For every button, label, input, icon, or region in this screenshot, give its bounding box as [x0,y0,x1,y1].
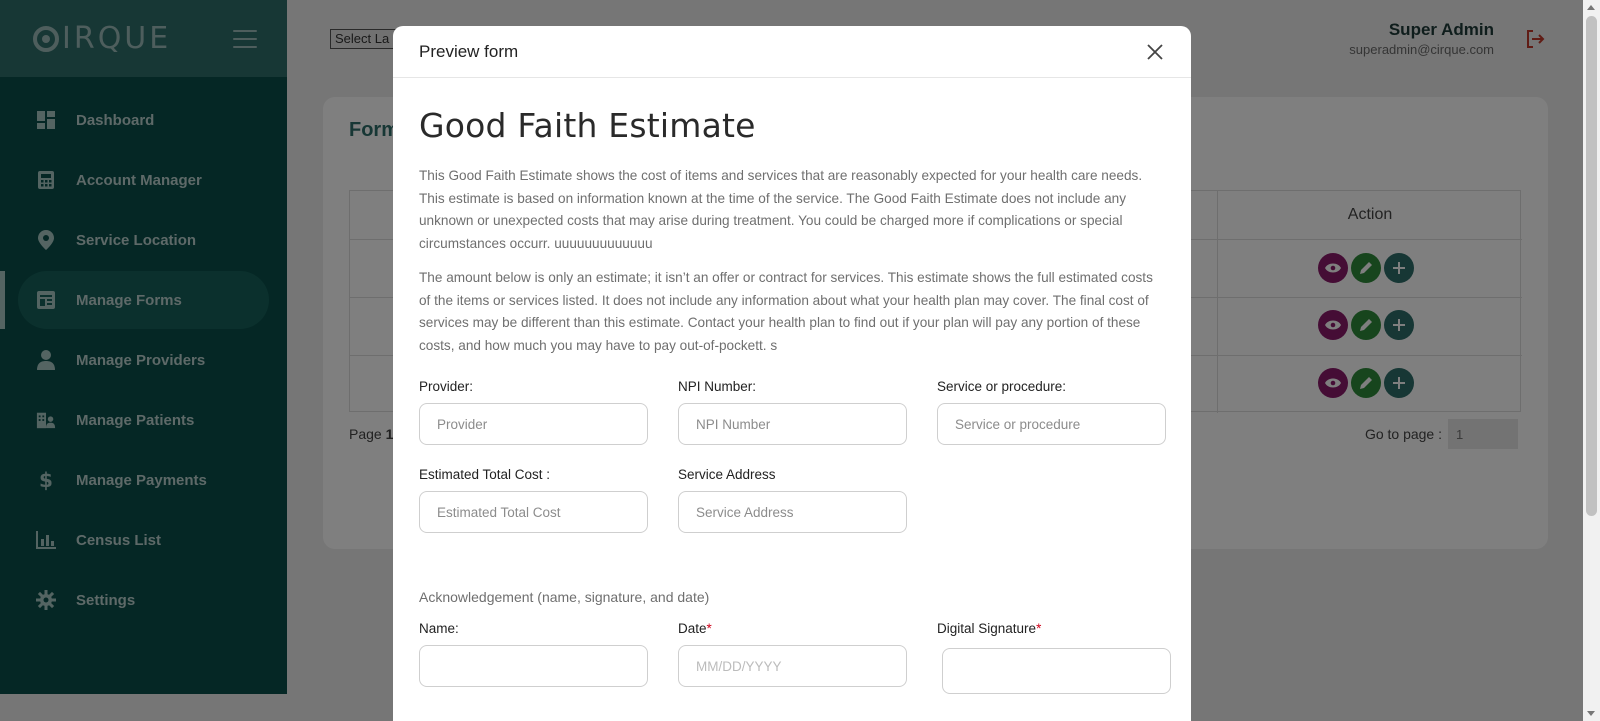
address-input[interactable] [678,491,907,533]
provider-label: Provider: [419,379,474,394]
form-disclaimer: The amount below is only an estimate; it… [419,270,1153,353]
service-label: Service or procedure: [937,379,1067,394]
cost-field-group: Estimated Total Cost : [419,467,648,533]
scroll-down-arrow-icon[interactable] [1587,711,1595,716]
npi-label: NPI Number: [678,379,757,394]
estimate-fields-row2: Estimated Total Cost : Service Address [419,467,1165,533]
modal-title: Preview form [419,41,519,61]
preview-form-modal: Preview form Good Faith Estimate This Go… [393,26,1191,721]
scroll-up-arrow-icon[interactable] [1587,5,1595,10]
form-heading: Good Faith Estimate [419,106,756,145]
date-input[interactable] [678,645,907,687]
name-field-group: Name: [419,621,648,694]
address-field-group: Service Address [678,467,907,533]
signature-label-text: Digital Signature [937,621,1037,636]
signature-label: Digital Signature* [937,621,1166,636]
service-input[interactable] [937,403,1166,445]
npi-input[interactable] [678,403,907,445]
form-description: This Good Faith Estimate shows the cost … [419,168,1143,251]
signature-field-group: Digital Signature* [937,621,1171,694]
modal-body: Good Faith Estimate This Good Faith Esti… [393,106,1191,694]
required-mark: * [1036,621,1042,636]
npi-field-group: NPI Number: [678,379,907,445]
provider-input[interactable] [419,403,648,445]
service-field-group: Service or procedure: [937,379,1166,445]
provider-field-group: Provider: [419,379,648,445]
cost-input[interactable] [419,491,648,533]
digital-signature-pad[interactable] [942,648,1171,694]
date-label: Date* [678,621,907,636]
date-label-text: Date [678,621,707,636]
acknowledgement-fields: Name: Date* Digital Signature* [419,621,1171,694]
cost-label: Estimated Total Cost : [419,467,551,482]
estimate-fields: Provider: NPI Number: Service or procedu… [419,379,1166,445]
acknowledgement-heading: Acknowledgement (name, signature, and da… [419,589,710,605]
required-mark: * [706,621,712,636]
name-label: Name: [419,621,459,636]
close-icon[interactable] [1145,42,1165,62]
page-scrollbar[interactable] [1583,0,1600,721]
date-field-group: Date* [678,621,907,694]
address-label: Service Address [678,467,776,482]
name-input[interactable] [419,645,648,687]
modal-header: Preview form [393,26,1191,78]
scrollbar-thumb[interactable] [1586,16,1597,516]
